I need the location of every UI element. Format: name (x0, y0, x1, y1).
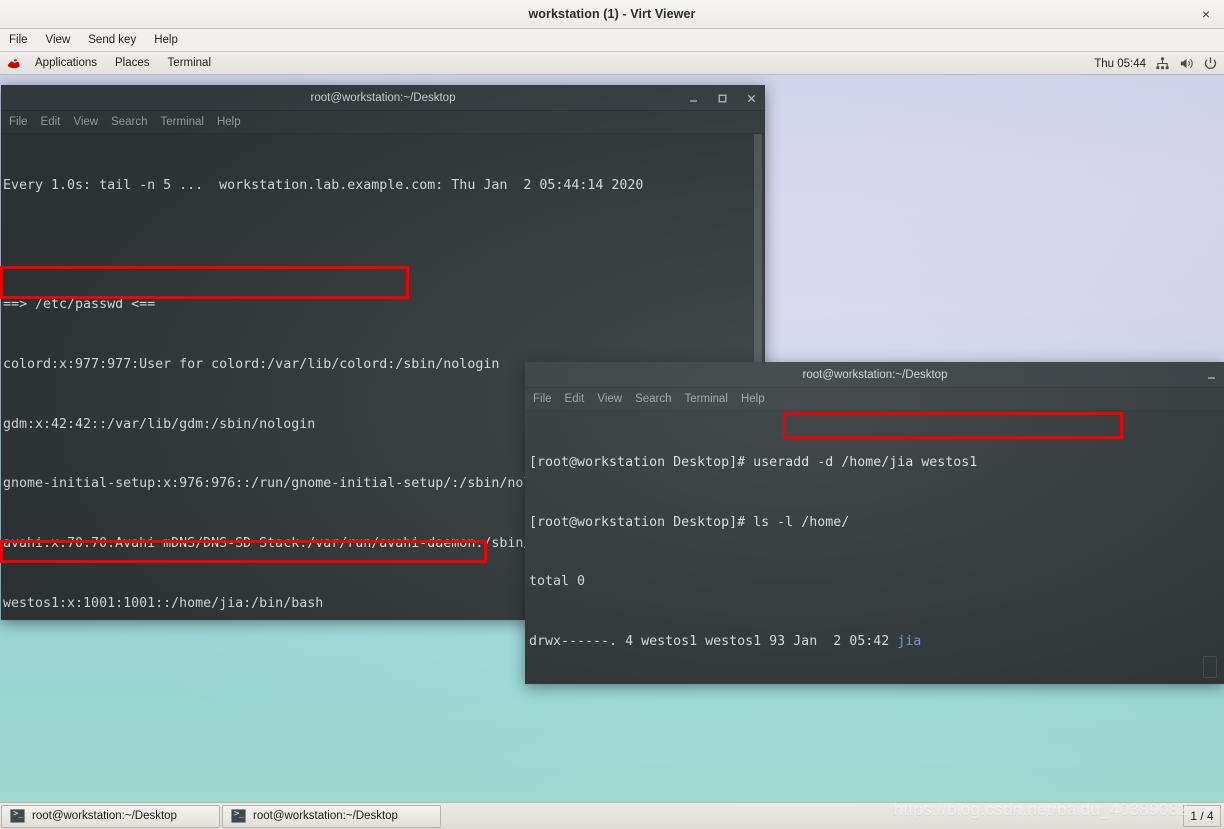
taskbar-item-label: root@workstation:~/Desktop (32, 810, 177, 822)
terminal-icon (231, 809, 246, 823)
terminal2-line-jia-dir: drwx------. 4 westos1 westos1 93 Jan 2 0… (529, 632, 1224, 652)
viewer-menu-file[interactable]: File (7, 33, 30, 47)
viewer-menu-send-key[interactable]: Send key (86, 33, 138, 47)
viewer-menu-view[interactable]: View (44, 33, 73, 47)
terminal1-line (3, 236, 765, 256)
viewer-menu-help[interactable]: Help (152, 33, 180, 47)
terminal2-menu-search[interactable]: Search (635, 393, 671, 405)
viewer-menubar: File View Send key Help (0, 29, 1224, 52)
close-icon[interactable]: × (1196, 4, 1216, 24)
terminal1-menu-help[interactable]: Help (217, 116, 241, 128)
terminal2-text: total 0 (529, 574, 586, 590)
power-icon[interactable] (1203, 56, 1218, 71)
terminal2-dirname-jia: jia (897, 633, 922, 649)
terminal2-resize-grip[interactable] (1203, 656, 1217, 678)
terminal2-command: useradd -d /home/jia westos1 (753, 454, 978, 470)
terminal-window-2[interactable]: root@workstation:~/Desktop File Edit Vie… (525, 362, 1224, 684)
panel-clock[interactable]: Thu 05:44 (1094, 58, 1146, 70)
terminal1-titlebar[interactable]: root@workstation:~/Desktop (1, 85, 765, 111)
gnome-top-panel: Applications Places Terminal Thu 05:44 (0, 52, 1224, 75)
terminal2-window-buttons (1205, 362, 1218, 388)
minimize-icon[interactable] (1205, 369, 1218, 382)
virt-viewer-window: workstation (1) - Virt Viewer × File Vie… (0, 0, 1224, 829)
terminal1-line: ==> /etc/passwd <== (3, 297, 156, 313)
panel-places-menu[interactable]: Places (106, 55, 159, 71)
workspace-pager-label: 1 / 4 (1190, 809, 1214, 823)
terminal2-text: drwx------. 4 westos1 westos1 93 Jan 2 0… (529, 633, 898, 649)
taskbar-item-terminal-1[interactable]: root@workstation:~/Desktop (1, 804, 220, 828)
vm-desktop: root@workstation:~/Desktop File Edit Vie… (0, 75, 1224, 802)
panel-applications-menu[interactable]: Applications (26, 55, 106, 71)
terminal2-menu-terminal[interactable]: Terminal (685, 393, 728, 405)
terminal2-title: root@workstation:~/Desktop (802, 368, 948, 381)
redhat-logo-icon (6, 56, 22, 70)
maximize-icon[interactable] (716, 92, 729, 105)
panel-right-group: Thu 05:44 (1094, 52, 1218, 75)
terminal2-titlebar[interactable]: root@workstation:~/Desktop (525, 362, 1224, 388)
minimize-icon[interactable] (687, 92, 700, 105)
terminal1-menu-view[interactable]: View (73, 116, 98, 128)
terminal1-title: root@workstation:~/Desktop (310, 91, 456, 104)
terminal2-line-ls: [root@workstation Desktop]# ls -l /home/ (529, 513, 1224, 533)
workspace-pager[interactable]: 1 / 4 (1183, 805, 1221, 827)
panel-left-group: Applications Places Terminal (0, 55, 220, 71)
terminal2-line-useradd: [root@workstation Desktop]# useradd -d /… (529, 453, 1224, 473)
terminal2-menubar: File Edit View Search Terminal Help (525, 388, 1224, 411)
terminal2-command: ls -l /home/ (753, 514, 850, 530)
terminal2-menu-file[interactable]: File (533, 393, 552, 405)
terminal2-prompt: [root@workstation Desktop]# (529, 514, 754, 530)
terminal2-prompt: [root@workstation Desktop]# (529, 454, 754, 470)
volume-icon[interactable] (1179, 56, 1194, 71)
terminal2-menu-view[interactable]: View (597, 393, 622, 405)
network-icon[interactable] (1155, 56, 1170, 71)
terminal1-line: Every 1.0s: tail -n 5 ... workstation.la… (3, 177, 644, 193)
taskbar-item-terminal-2[interactable]: root@workstation:~/Desktop (222, 804, 441, 828)
panel-terminal-menu[interactable]: Terminal (159, 55, 220, 71)
close-icon[interactable] (745, 92, 758, 105)
terminal1-menu-terminal[interactable]: Terminal (161, 116, 204, 128)
terminal2-menu-edit[interactable]: Edit (565, 393, 585, 405)
viewer-titlebar: workstation (1) - Virt Viewer × (0, 0, 1224, 29)
terminal1-menubar: File Edit View Search Terminal Help (1, 111, 765, 134)
terminal1-menu-edit[interactable]: Edit (41, 116, 61, 128)
terminal1-menu-search[interactable]: Search (111, 116, 147, 128)
taskbar-item-label: root@workstation:~/Desktop (253, 810, 398, 822)
terminal2-menu-help[interactable]: Help (741, 393, 765, 405)
terminal1-menu-file[interactable]: File (9, 116, 28, 128)
terminal2-output[interactable]: [root@workstation Desktop]# useradd -d /… (525, 411, 1224, 684)
terminal1-window-buttons (687, 85, 758, 111)
gnome-taskbar: root@workstation:~/Desktop root@workstat… (0, 802, 1224, 829)
terminal2-line-total: total 0 (529, 572, 1224, 592)
terminal-icon (10, 809, 25, 823)
viewer-title: workstation (1) - Virt Viewer (528, 7, 696, 21)
